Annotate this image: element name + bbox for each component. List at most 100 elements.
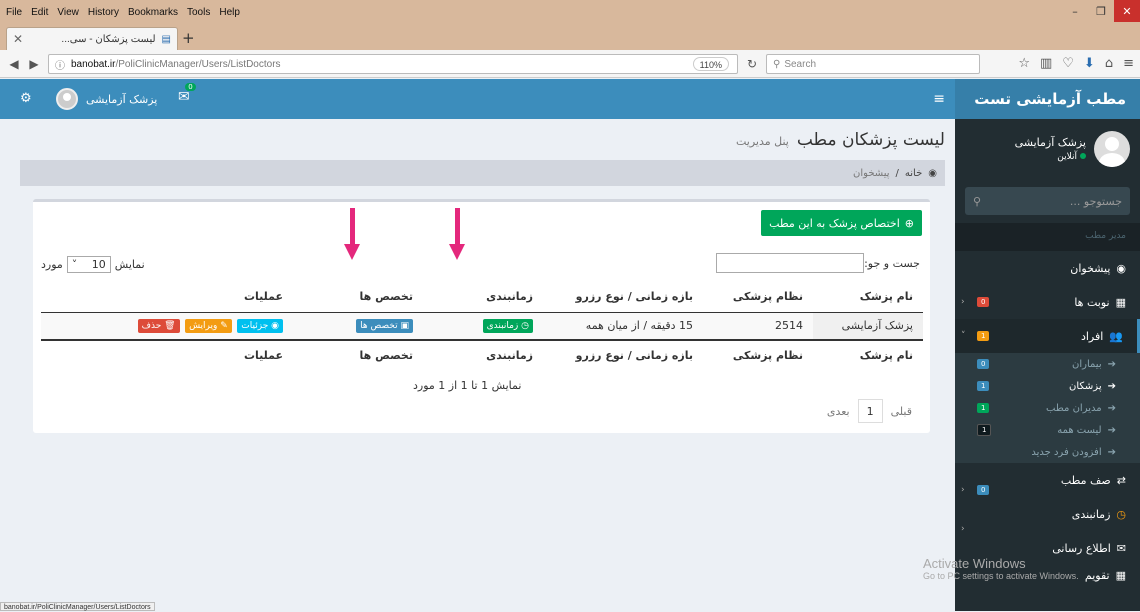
- sidebar-item-people[interactable]: 👥 افراد 1 ˅: [955, 319, 1140, 353]
- menu-hamburger-icon[interactable]: ≡: [1123, 56, 1134, 71]
- circle-arrow-icon: ➔: [1107, 424, 1116, 436]
- bookmark-star-icon[interactable]: ☆: [1018, 56, 1030, 71]
- forward-icon[interactable]: ▶: [24, 54, 44, 74]
- settings-gears-icon[interactable]: ⚙: [20, 91, 32, 106]
- minimize-icon[interactable]: –: [1062, 0, 1088, 22]
- circle-arrow-icon: ➔: [1107, 358, 1116, 370]
- dashboard-icon: ◉: [1116, 261, 1126, 275]
- tab-title: لیست پزشکان - سی...: [61, 33, 156, 45]
- table-search-label: جست و جو:: [864, 257, 920, 270]
- col-period[interactable]: بازه زمانی / نوع رزرو: [543, 282, 703, 313]
- specialties-button[interactable]: ▣ تخصص ها: [356, 319, 413, 334]
- annotation-arrow-stem: [350, 208, 355, 244]
- menu-file[interactable]: File: [6, 7, 22, 18]
- details-button[interactable]: ◉ جزئیات: [237, 319, 283, 334]
- url-bar[interactable]: ⓘ banobat.ir/PoliClinicManager/Users/Lis…: [48, 54, 738, 74]
- topbar-user-menu[interactable]: پزشک آزمایشی: [56, 88, 157, 110]
- sidebar-item-label: پیشخوان: [1070, 261, 1111, 275]
- cell-actions: ◉ جزئیات ✎ ویرایش 🗑 حذف: [41, 311, 293, 341]
- close-tab-icon[interactable]: ✕: [13, 32, 23, 46]
- window-controls: – ❐ ✕: [1062, 0, 1140, 22]
- circle-arrow-icon: ➔: [1107, 402, 1116, 414]
- col-actions[interactable]: عملیات: [41, 282, 293, 313]
- appointments-badge: 0: [977, 297, 990, 307]
- sidebar-item-schedule[interactable]: ◷ زمانبندی ‹: [955, 497, 1140, 535]
- bookmarks-library-icon[interactable]: ▥: [1040, 56, 1052, 71]
- browser-tab[interactable]: ✕ لیست پزشکان - سی... ▤: [6, 27, 178, 50]
- assign-doctor-button[interactable]: ⊕ اختصاص پزشک به این مطب: [761, 210, 922, 236]
- sidebar-item-queue[interactable]: ⇄ صف مطب 0 ‹: [955, 463, 1140, 497]
- foot-col-code: نظام پزشکی: [703, 339, 813, 370]
- maximize-icon[interactable]: ❐: [1088, 0, 1114, 22]
- eye-icon: ◉: [271, 321, 279, 332]
- sidebar-subitem-managers[interactable]: ➔ مدیران مطب 1: [955, 397, 1140, 419]
- col-name[interactable]: نام پزشک: [813, 282, 923, 313]
- home-icon[interactable]: ⌂: [1105, 56, 1113, 71]
- edit-button[interactable]: ✎ ویرایش: [185, 319, 232, 334]
- sidebar-search-input[interactable]: جستوجو ... ⚲: [965, 187, 1130, 215]
- col-specialties[interactable]: تخصص ها: [293, 282, 423, 313]
- table-info: نمایش 1 تا 1 از 1 مورد: [413, 379, 522, 392]
- menu-help[interactable]: Help: [219, 7, 240, 18]
- briefcase-icon: ▣: [400, 321, 409, 332]
- info-icon[interactable]: ⓘ: [55, 57, 65, 72]
- breadcrumb: ◉ خانه / پیشخوان: [20, 160, 945, 186]
- pager-page-1[interactable]: 1: [857, 399, 883, 423]
- watermark-line2: Go to PC settings to activate Windows.: [923, 571, 1079, 581]
- pocket-icon[interactable]: ♡: [1062, 56, 1074, 71]
- queue-badge: 0: [977, 485, 990, 496]
- sidebar-user-panel: پزشک آزمایشی آنلاین: [955, 119, 1140, 179]
- sidebar-subitem-doctors[interactable]: ➔ پزشکان 1: [955, 375, 1140, 397]
- calendar-icon: ▦: [1115, 568, 1126, 582]
- delete-button[interactable]: 🗑 حذف: [137, 319, 180, 334]
- pager-prev[interactable]: قبلی: [883, 399, 920, 423]
- zoom-indicator[interactable]: 110%: [692, 57, 729, 71]
- search-icon[interactable]: ⚲: [973, 195, 981, 208]
- sidebar-subitem-label: لیست همه: [1057, 424, 1102, 436]
- sidebar-item-dashboard[interactable]: ◉ پیشخوان: [955, 251, 1140, 285]
- menu-bookmarks[interactable]: Bookmarks: [128, 7, 178, 18]
- new-tab-icon[interactable]: +: [182, 29, 195, 47]
- menu-edit[interactable]: Edit: [31, 7, 48, 18]
- browser-search-input[interactable]: ⚲ Search: [766, 54, 980, 74]
- foot-col-specialties: تخصص ها: [293, 339, 423, 370]
- col-code[interactable]: نظام پزشکی: [703, 282, 813, 313]
- back-icon[interactable]: ◀: [4, 54, 24, 74]
- col-schedule[interactable]: زمانبندی: [423, 282, 543, 313]
- menu-tools[interactable]: Tools: [187, 7, 210, 18]
- sidebar-item-appointments[interactable]: ▦ نوبت ها 0 ‹: [955, 285, 1140, 319]
- browser-navbar: ◀ ▶ ⓘ banobat.ir/PoliClinicManager/Users…: [0, 50, 1140, 78]
- pager-next[interactable]: بعدی: [819, 399, 858, 423]
- trash-icon: 🗑: [164, 321, 176, 332]
- page-favicon-icon: ▤: [161, 33, 171, 45]
- sidebar-section-header: مدیر مطب: [955, 223, 1140, 251]
- sidebar-toggle-icon[interactable]: ≡: [933, 91, 945, 107]
- cell-name: پزشک آزمایشی: [813, 311, 923, 341]
- specialties-button-label: تخصص ها: [360, 321, 398, 332]
- app-logo[interactable]: مطب آزمایشی تست: [955, 79, 1140, 119]
- sidebar-subitem-all[interactable]: ➔ لیست همه 1: [955, 419, 1140, 441]
- page-title: لیست پزشکان مطب: [796, 130, 945, 150]
- page-subtitle: پنل مدیریت: [735, 135, 789, 148]
- mail-icon[interactable]: ✉ 0: [178, 83, 196, 105]
- sidebar-subitem-label: پزشکان: [1069, 380, 1102, 392]
- table-search-input[interactable]: [716, 253, 864, 273]
- sidebar-subitem-patients[interactable]: ➔ بیماران 0: [955, 353, 1140, 375]
- reload-icon[interactable]: ↻: [742, 54, 762, 74]
- download-icon[interactable]: ⬇: [1084, 56, 1095, 71]
- schedule-button[interactable]: ◷ زمانبندی: [482, 319, 533, 334]
- doctors-badge: 1: [977, 381, 990, 391]
- sidebar-item-label: افراد: [1080, 329, 1104, 343]
- breadcrumb-home[interactable]: خانه: [905, 168, 922, 179]
- page-length-select[interactable]: ˅ 10: [66, 256, 111, 273]
- schedule-button-label: زمانبندی: [486, 321, 519, 332]
- menu-view[interactable]: View: [57, 7, 79, 18]
- close-window-icon[interactable]: ✕: [1114, 0, 1140, 22]
- menu-history[interactable]: History: [88, 7, 119, 18]
- foot-col-schedule: زمانبندی: [423, 339, 543, 370]
- app-topbar: ⚙ پزشک آزمایشی ✉ 0 ≡: [0, 79, 955, 119]
- cell-code: 2514: [703, 311, 813, 341]
- sidebar-subitem-add-person[interactable]: ➔ افزودن فرد جدید: [955, 441, 1140, 463]
- page-length-value: 10: [91, 258, 106, 271]
- sidebar-item-label: تقویم: [1084, 568, 1110, 582]
